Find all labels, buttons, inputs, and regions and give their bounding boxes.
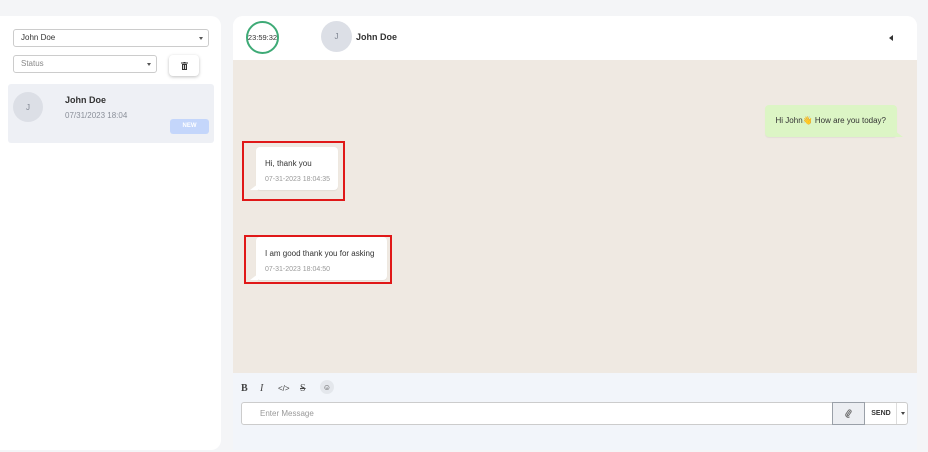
attach-button[interactable] — [832, 402, 865, 425]
new-badge[interactable]: NEW — [170, 119, 209, 134]
chevron-down-icon — [199, 37, 203, 40]
message-area[interactable]: Hi John👋 How are you today? Hi, thank yo… — [233, 60, 917, 373]
message-text: Hi John👋 How are you today? — [775, 116, 886, 125]
collapse-arrow-icon[interactable] — [889, 35, 893, 41]
chat-panel: 23:59:32 J John Doe Hi John👋 How are you… — [233, 16, 917, 450]
emoji-icon[interactable]: ☺ — [320, 380, 334, 394]
strikethrough-button[interactable]: S — [300, 382, 306, 394]
highlight-box — [244, 235, 392, 284]
send-options-dropdown[interactable] — [896, 403, 908, 424]
chat-contact-name: John Doe — [356, 32, 398, 42]
avatar: J — [321, 21, 352, 52]
trash-icon — [180, 61, 188, 70]
composer: B I </> S ☺ SEND — [233, 373, 917, 450]
message-input[interactable] — [243, 403, 832, 424]
status-select-placeholder: Status — [21, 59, 44, 68]
user-select[interactable]: John Doe — [13, 29, 209, 47]
countdown-timer: 23:59:32 — [246, 21, 279, 54]
outgoing-message: Hi John👋 How are you today? — [764, 105, 904, 137]
italic-button[interactable]: I — [260, 382, 263, 394]
code-button[interactable]: </> — [278, 382, 290, 394]
chevron-down-icon — [147, 63, 151, 66]
send-button[interactable]: SEND — [865, 403, 897, 424]
contact-date: 07/31/2023 18:04 — [65, 111, 128, 120]
conversation-sidebar: John Doe Status J John Doe 07/31/2023 18… — [0, 16, 221, 450]
message-box: SEND — [241, 402, 908, 425]
highlight-box — [242, 141, 345, 201]
conversation-list-item[interactable]: J John Doe 07/31/2023 18:04 NEW — [8, 84, 214, 143]
bold-button[interactable]: B — [241, 382, 248, 394]
paperclip-icon — [845, 409, 852, 418]
user-select-value: John Doe — [21, 33, 56, 42]
status-select[interactable]: Status — [13, 55, 157, 73]
chat-header: 23:59:32 J John Doe — [233, 16, 917, 60]
avatar: J — [13, 92, 43, 122]
contact-name: John Doe — [65, 95, 107, 105]
delete-button[interactable] — [169, 55, 199, 76]
